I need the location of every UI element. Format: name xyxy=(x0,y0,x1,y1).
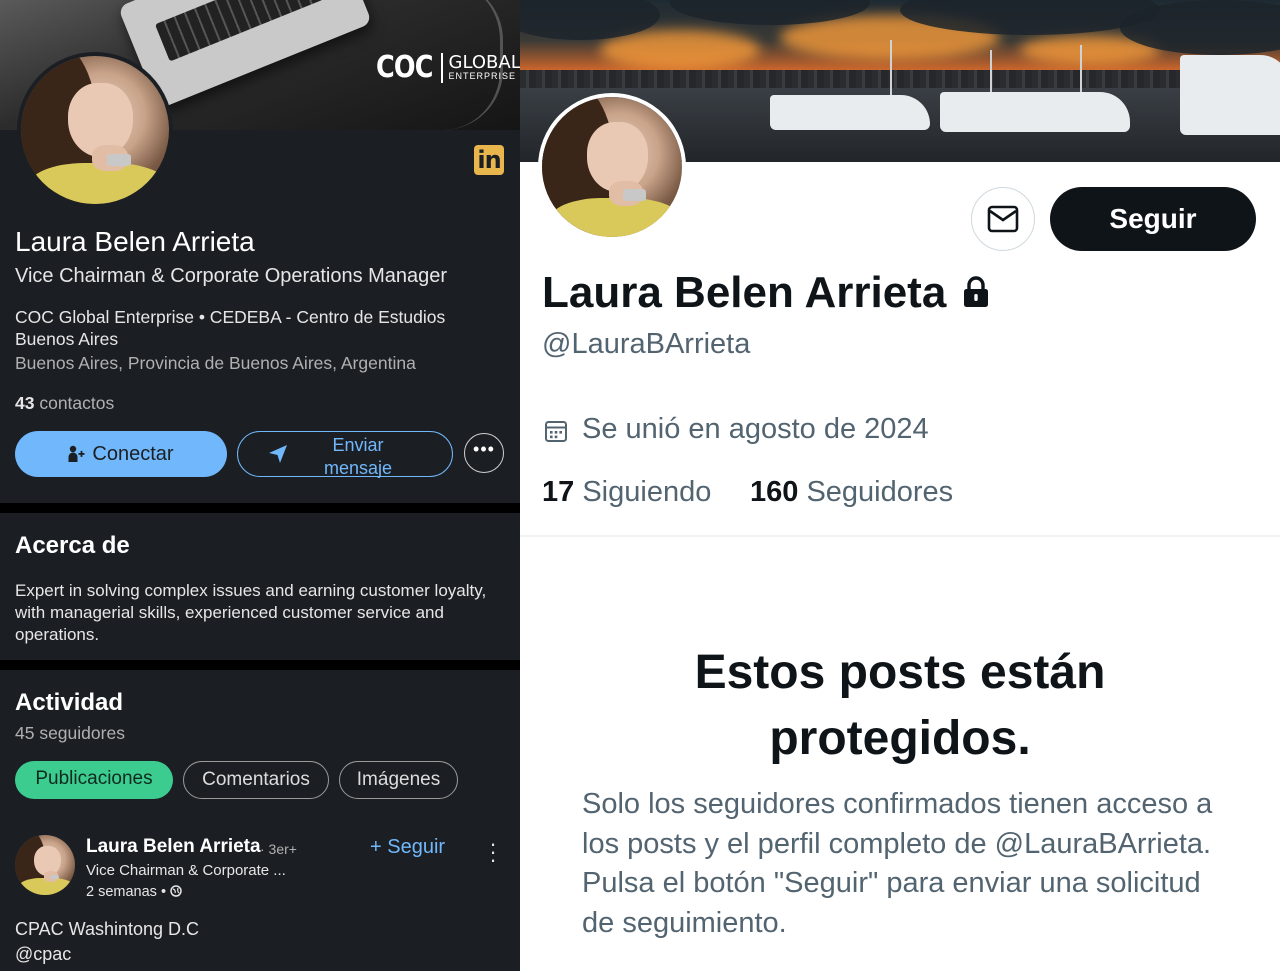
post-author-headline: Vice Chairman & Corporate ... xyxy=(86,862,286,879)
calendar-icon xyxy=(545,421,567,442)
connect-button[interactable]: Conectar xyxy=(15,431,227,477)
follow-button[interactable]: Seguir xyxy=(1050,187,1256,251)
profile-headline: Vice Chairman & Corporate Operations Man… xyxy=(15,265,448,287)
profile-name: Laura Belen Arrieta xyxy=(542,268,947,317)
join-date: Se unió en agosto de 2024 xyxy=(582,413,929,445)
protected-posts-text: Solo los seguidores confirmados tienen a… xyxy=(582,788,1213,939)
post-menu-icon[interactable]: · · · xyxy=(486,833,500,871)
tab-publicaciones[interactable]: Publicaciones xyxy=(15,761,173,799)
post-author-name[interactable]: Laura Belen Arrieta xyxy=(86,836,261,858)
logo-mark: COC xyxy=(376,50,433,85)
send-message-label: Enviar mensaje xyxy=(323,435,393,478)
send-message-button[interactable]: Enviar mensaje xyxy=(237,431,453,478)
profile-company[interactable]: COC Global Enterprise • CEDEBA - Centro … xyxy=(15,306,495,350)
connections-count[interactable]: 43 contactos xyxy=(15,393,114,414)
profile-handle: @LauraBArrieta xyxy=(542,328,751,360)
company-logo: COC GLOBAL ENTERPRISE xyxy=(376,50,520,85)
linkedin-profile-panel: COC GLOBAL ENTERPRISE in Laura Belen Arr… xyxy=(0,0,520,971)
post-mention[interactable]: @cpac xyxy=(15,944,71,965)
linkedin-logo-icon: in xyxy=(474,145,504,175)
logo-word: GLOBAL xyxy=(448,52,520,73)
post-connection-degree: · 3er+ xyxy=(260,841,297,857)
tab-comentarios[interactable]: Comentarios xyxy=(183,761,329,799)
activity-title: Actividad xyxy=(15,689,124,716)
following-count[interactable]: 17 Siguiendo xyxy=(542,476,711,509)
connect-label: Conectar xyxy=(92,442,174,465)
activity-followers: 45 seguidores xyxy=(15,723,125,743)
divider xyxy=(520,535,1280,537)
lock-icon xyxy=(964,276,988,307)
message-button[interactable] xyxy=(971,187,1035,251)
post-text: CPAC Washintong D.C xyxy=(15,919,200,939)
more-options-button[interactable]: ••• xyxy=(464,433,504,473)
protected-posts-title: Estos posts están protegidos. xyxy=(694,646,1106,765)
x-profile-panel: Seguir Laura Belen Arrieta @LauraBArriet… xyxy=(520,0,1280,971)
post-author-avatar[interactable] xyxy=(15,835,75,895)
profile-name: Laura Belen Arrieta xyxy=(15,226,255,257)
post-timestamp: 2 semanas • xyxy=(86,884,182,900)
logo-subword: ENTERPRISE xyxy=(448,71,517,81)
tab-imagenes[interactable]: Imágenes xyxy=(339,761,458,799)
send-icon xyxy=(269,445,287,463)
profile-location: Buenos Aires, Provincia de Buenos Aires,… xyxy=(15,353,416,373)
mail-icon xyxy=(987,205,1019,233)
post-follow-button[interactable]: + Seguir xyxy=(370,836,445,859)
globe-icon xyxy=(170,885,182,897)
followers-count[interactable]: 160 Seguidores xyxy=(750,476,953,509)
add-person-icon xyxy=(68,445,85,462)
profile-avatar[interactable] xyxy=(538,93,686,241)
about-text: Expert in solving complex issues and ear… xyxy=(15,581,487,644)
about-title: Acerca de xyxy=(15,532,130,559)
profile-avatar[interactable] xyxy=(17,52,173,208)
